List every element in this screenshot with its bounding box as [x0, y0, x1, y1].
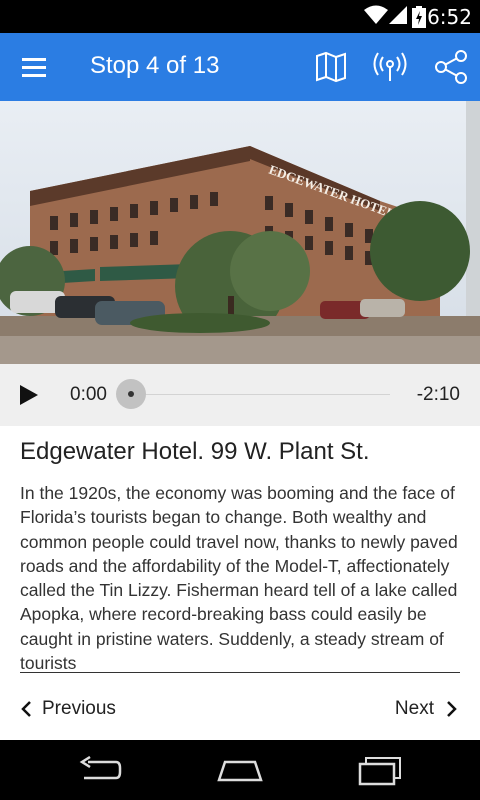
next-label: Next: [394, 698, 434, 719]
chevron-left-icon: [21, 701, 31, 717]
app-bar: Stop 4 of 13: [0, 33, 480, 101]
previous-button[interactable]: Previous: [20, 694, 116, 724]
stop-content[interactable]: Edgewater Hotel. 99 W. Plant St. In the …: [0, 426, 480, 680]
seek-handle[interactable]: [116, 379, 146, 409]
status-bar: 6:52: [0, 0, 480, 33]
broadcast-icon[interactable]: [371, 48, 409, 86]
audio-player: 0:00 -2:10: [0, 364, 480, 426]
text-underline: [20, 672, 460, 673]
stop-description: In the 1920s, the economy was booming an…: [20, 483, 458, 674]
chevron-right-icon: [447, 701, 457, 717]
wifi-icon: [364, 5, 388, 24]
stop-title: Edgewater Hotel. 99 W. Plant St.: [20, 438, 370, 465]
map-icon[interactable]: [312, 48, 350, 86]
stop-photo: EDGEWATER HOTEL: [0, 101, 480, 364]
play-icon[interactable]: [18, 383, 40, 407]
hotel-photo: EDGEWATER HOTEL: [0, 101, 480, 364]
next-button[interactable]: Next: [395, 694, 458, 724]
remaining-time: -2:10: [416, 384, 460, 405]
previous-label: Previous: [42, 698, 116, 719]
seek-bar[interactable]: [130, 394, 390, 395]
stop-navigation: Previous Next: [0, 680, 480, 740]
menu-icon[interactable]: [20, 55, 48, 79]
back-icon[interactable]: [78, 756, 122, 784]
clock: 6:52: [427, 5, 472, 29]
system-nav-bar: [0, 740, 480, 800]
page-title: Stop 4 of 13: [90, 52, 220, 79]
current-time: 0:00: [70, 384, 107, 405]
seek-handle-dot: [128, 391, 134, 397]
share-icon[interactable]: [432, 48, 470, 86]
home-icon[interactable]: [217, 756, 263, 784]
recents-icon[interactable]: [358, 756, 404, 786]
signal-icon: [389, 6, 407, 24]
battery-icon: [412, 6, 426, 28]
